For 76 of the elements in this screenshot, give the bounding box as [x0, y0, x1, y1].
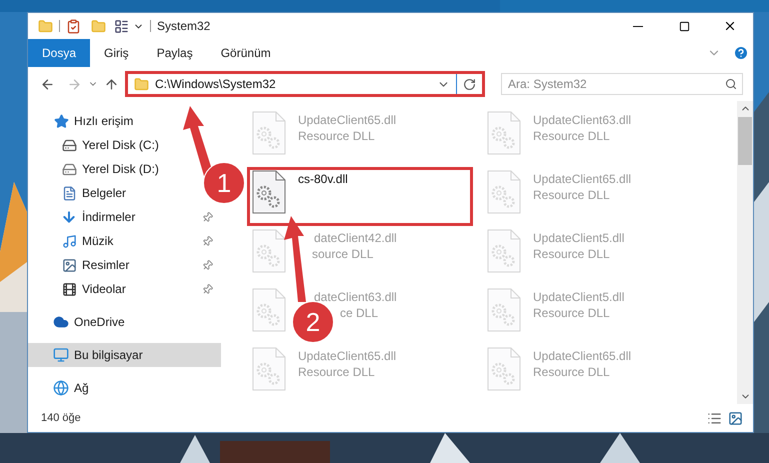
file-icon[interactable] [252, 170, 286, 214]
ribbon-tab[interactable]: Giriş [90, 39, 143, 67]
refresh-icon[interactable] [463, 78, 476, 90]
drive-icon [60, 162, 78, 176]
file-type: Resource DLL [533, 365, 610, 379]
file-type: Resource DLL [298, 365, 375, 379]
sidebar-item[interactable]: Videolar [28, 277, 221, 301]
sidebar-label: Bu bilgisayar [74, 347, 143, 364]
sidebar-label: Ağ [74, 380, 89, 397]
search-field[interactable]: Ara: System32 [501, 73, 743, 95]
file-type: source DLL [312, 247, 374, 261]
sidebar-item[interactable]: Hızlı erişim [28, 109, 142, 133]
file-name: UpdateClient65.dll [298, 113, 396, 127]
sidebar-label: İndirmeler [82, 209, 136, 226]
sidebar-item[interactable]: İndirmeler [28, 205, 221, 229]
back-icon[interactable] [40, 76, 55, 92]
sidebar-item[interactable]: Ağ [28, 376, 97, 400]
star-icon [52, 114, 70, 128]
sidebar-label: OneDrive [74, 314, 125, 331]
sidebar-label: Yerel Disk (C:) [82, 137, 159, 154]
search-icon[interactable] [725, 78, 737, 90]
ribbon-tab[interactable]: Paylaş [142, 39, 207, 67]
sidebar-item[interactable]: Yerel Disk (D:) [28, 157, 167, 181]
window-title: System32 [157, 18, 210, 35]
sidebar-label: Müzik [82, 233, 114, 250]
details-view-icon[interactable] [707, 410, 722, 426]
file-name: UpdateClient5.dll [533, 231, 624, 245]
view-icon[interactable] [114, 18, 129, 34]
folder-icon[interactable] [38, 18, 53, 34]
address-field[interactable]: C:\Windows\System32 [125, 71, 485, 97]
drive-icon [60, 138, 78, 152]
sidebar-item[interactable]: Resimler [28, 253, 221, 277]
new-folder-icon[interactable] [91, 18, 106, 34]
sidebar-label: Belgeler [82, 185, 126, 202]
sidebar-label: Videolar [82, 281, 126, 298]
highlighted-file-item[interactable]: cs-80v.dll [248, 168, 472, 225]
file-name: UpdateClient5.dll [533, 290, 624, 304]
file-name: dateClient63.dll [314, 290, 397, 304]
monitor-icon [52, 347, 70, 363]
file-name: UpdateClient65.dll [298, 349, 396, 363]
file-name: UpdateClient65.dll [533, 172, 632, 186]
sidebar-item[interactable]: Belgeler [28, 181, 134, 205]
scrollbar-thumb[interactable] [738, 117, 752, 165]
large-icons-view-icon[interactable] [728, 410, 743, 426]
sidebar-label: Yerel Disk (D:) [82, 161, 159, 178]
file-name: UpdateClient63.dll [533, 113, 632, 127]
sidebar-item[interactable]: Bu bilgisayar [28, 343, 221, 367]
sidebar-item[interactable]: Yerel Disk (C:) [28, 133, 167, 157]
file-type: Resource DLL [533, 188, 610, 202]
properties-icon[interactable] [66, 18, 81, 34]
maximize-icon [678, 20, 690, 32]
address-path: C:\Windows\System32 [155, 76, 276, 93]
scrollbar[interactable] [737, 101, 753, 404]
music-note-icon [60, 234, 78, 248]
ribbon-tab[interactable]: Görünüm [206, 39, 285, 67]
up-icon[interactable] [104, 76, 119, 92]
file-name: dateClient42.dll [314, 231, 397, 245]
sidebar-label: Resimler [82, 257, 130, 274]
folder-icon [134, 76, 149, 92]
sidebar-item[interactable]: Müzik [28, 229, 221, 253]
help-icon[interactable] [733, 45, 749, 61]
sidebar-label: Hızlı erişim [74, 113, 134, 130]
file-name: cs-80v.dll [298, 172, 348, 186]
file-type: Resource DLL [533, 306, 610, 320]
cloud-icon [52, 314, 70, 330]
sidebar-item[interactable]: OneDrive [28, 310, 133, 334]
file-name: UpdateClient65.dll [533, 349, 632, 363]
item-count: 140 öğe [41, 410, 81, 426]
file-type: Resource DLL [533, 247, 610, 261]
globe-icon [52, 380, 70, 396]
file-type: Resource DLL [298, 129, 375, 143]
close-icon [723, 19, 737, 33]
forward-icon[interactable] [67, 76, 82, 92]
file-type: Resource DLL [533, 129, 610, 143]
ribbon-tab[interactable]: Dosya [28, 39, 90, 67]
file-type: ce DLL [340, 306, 378, 320]
